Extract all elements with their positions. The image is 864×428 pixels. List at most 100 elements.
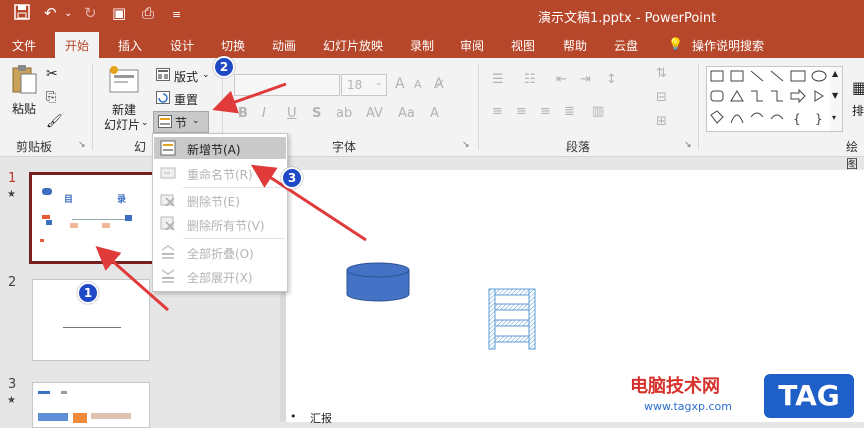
layout-icon[interactable] [156, 68, 170, 84]
menu-item-label: 删除所有节(V) [187, 219, 265, 233]
ribbon: 粘贴 ✂ ⎘ 🖌 剪贴板 ↘ 新建 幻灯片 ⌄ 版式 ⌄ 重置 节 ⌄ 幻 18… [0, 58, 864, 171]
paste-button[interactable]: 粘贴 [12, 100, 36, 117]
tab-animations[interactable]: 动画 [272, 37, 296, 54]
tab-record[interactable]: 录制 [410, 37, 434, 54]
thumb-line [63, 327, 121, 328]
thumb-title-left: 目 [64, 195, 74, 205]
font-name-combo [234, 74, 340, 96]
section-button[interactable]: 节 ⌄ [153, 111, 209, 133]
menu-item-expand-all: 全部展开(X) [154, 265, 286, 287]
slide-bullet-text[interactable]: 汇报 [310, 410, 332, 426]
tab-slideshow[interactable]: 幻灯片放映 [323, 37, 383, 54]
clipboard-launcher-icon[interactable]: ↘ [78, 140, 86, 150]
menu-item-label: 删除节(E) [187, 195, 240, 209]
menu-item-label: 重命名节(R) [187, 168, 253, 182]
new-slide-label-2[interactable]: 幻灯片 [104, 116, 140, 133]
lightbulb-icon: 💡 [668, 37, 683, 51]
shapes-gallery-scroll[interactable]: ▲ ▼ ▾ [830, 66, 843, 132]
undo-dropdown-icon[interactable]: ⌄ [64, 8, 72, 19]
cylinder-shape[interactable] [344, 262, 412, 304]
remove-section-icon [160, 192, 176, 208]
reset-button[interactable]: 重置 [174, 91, 198, 108]
section-label: 节 [175, 116, 188, 130]
font-size-combo: 18 ⌄ [341, 74, 387, 96]
strikethrough-icon: ab [336, 106, 353, 121]
increase-indent-icon: ⇥ [580, 72, 591, 87]
thumb-shape [42, 215, 50, 219]
gallery-more-icon[interactable]: ▾ [832, 113, 836, 122]
slide-number: 2 [8, 275, 17, 290]
text-direction-icon: ⇅ [656, 66, 667, 81]
arrange-icon[interactable]: ▦ [852, 78, 864, 97]
tab-cloud[interactable]: 云盘 [614, 37, 638, 54]
slide-thumbnail-3[interactable] [32, 382, 150, 428]
menu-item-label: 全部展开(X) [187, 271, 253, 285]
bold-button: B [238, 106, 248, 121]
title-bar: ↶ ⌄ ↻ ▣ ⎙ ≡ 演示文稿1.pptx - PowerPoint [0, 0, 864, 30]
reset-icon[interactable] [156, 91, 170, 107]
font-size-dropdown-icon: ⌄ [375, 78, 383, 88]
paste-icon[interactable] [10, 64, 38, 97]
bullets-icon: ☰ [492, 72, 504, 87]
thumb-title-right: 录 [117, 195, 127, 205]
tab-review[interactable]: 审阅 [460, 37, 484, 54]
decrease-font-icon: A [414, 78, 422, 91]
shadow-button: S [312, 106, 322, 121]
numbering-icon: ☷ [524, 72, 536, 87]
callout-badge-1: 1 [77, 282, 99, 304]
cut-icon[interactable]: ✂ [46, 66, 58, 82]
clipboard-group-label: 剪贴板 [16, 140, 53, 154]
remove-all-sections-icon [160, 216, 176, 232]
gallery-down-icon[interactable]: ▼ [832, 91, 838, 100]
italic-button: I [262, 106, 266, 121]
save-icon[interactable] [14, 4, 30, 24]
thumb-shape [42, 188, 52, 195]
customize-toolbar-icon[interactable]: ≡ [172, 8, 181, 21]
arrange-label[interactable]: 排 [852, 102, 864, 119]
thumb-shape [70, 223, 78, 228]
new-slide-dropdown-icon[interactable]: ⌄ [141, 118, 149, 128]
print-preview-icon[interactable]: ⎙ [142, 4, 154, 22]
tab-view[interactable]: 视图 [511, 37, 535, 54]
expand-all-icon [160, 268, 176, 284]
menu-item-label: 新增节(A) [187, 143, 241, 157]
new-slide-icon[interactable] [108, 66, 140, 99]
tab-design[interactable]: 设计 [170, 37, 194, 54]
tab-file[interactable]: 文件 [12, 37, 36, 54]
paragraph-launcher-icon[interactable]: ↘ [684, 140, 692, 150]
slide-number: 1 [8, 171, 17, 186]
paragraph-group-label: 段落 [566, 140, 591, 154]
menu-item-label: 全部折叠(O) [187, 247, 254, 261]
help-search[interactable]: 操作说明搜索 [692, 37, 764, 54]
font-size-value: 18 [347, 78, 363, 92]
slides-group-label: 幻 [134, 140, 147, 154]
shelf-shape[interactable] [488, 288, 536, 350]
tab-transitions[interactable]: 切换 [221, 37, 245, 54]
thumb-shape [38, 391, 50, 394]
decrease-indent-icon: ⇤ [556, 72, 567, 87]
shapes-gallery[interactable]: { } [706, 66, 832, 132]
undo-icon[interactable]: ↶ [44, 4, 57, 22]
slide-star-icon: ★ [7, 189, 16, 200]
copy-icon[interactable]: ⎘ [46, 90, 56, 105]
layout-dropdown-icon[interactable]: ⌄ [202, 70, 210, 80]
smartart-icon: ⊞ [656, 114, 667, 129]
format-painter-icon[interactable]: 🖌 [46, 114, 63, 129]
slide-thumbnail-1[interactable]: 目 录 [29, 172, 156, 264]
rename-section-icon [160, 165, 176, 181]
slide-star-icon: ★ [7, 395, 16, 406]
present-from-start-icon[interactable]: ▣ [112, 4, 126, 22]
gallery-up-icon[interactable]: ▲ [832, 69, 838, 78]
change-case-icon: Aa [398, 106, 415, 121]
align-right-icon: ≡ [540, 104, 551, 119]
menu-item-add-section[interactable]: 新增节(A) [154, 137, 286, 159]
layout-button[interactable]: 版式 [174, 68, 198, 85]
font-launcher-icon[interactable]: ↘ [462, 140, 470, 150]
ribbon-separator [92, 64, 93, 150]
section-menu: 新增节(A) 重命名节(R) 删除节(E) 删除所有节(V) 全部折叠(O) 全… [152, 133, 288, 292]
tab-help[interactable]: 帮助 [563, 37, 587, 54]
redo-icon: ↻ [84, 4, 97, 22]
font-group-label: 字体 [332, 140, 357, 154]
align-center-icon: ≡ [516, 104, 527, 119]
tab-insert[interactable]: 插入 [118, 37, 142, 54]
